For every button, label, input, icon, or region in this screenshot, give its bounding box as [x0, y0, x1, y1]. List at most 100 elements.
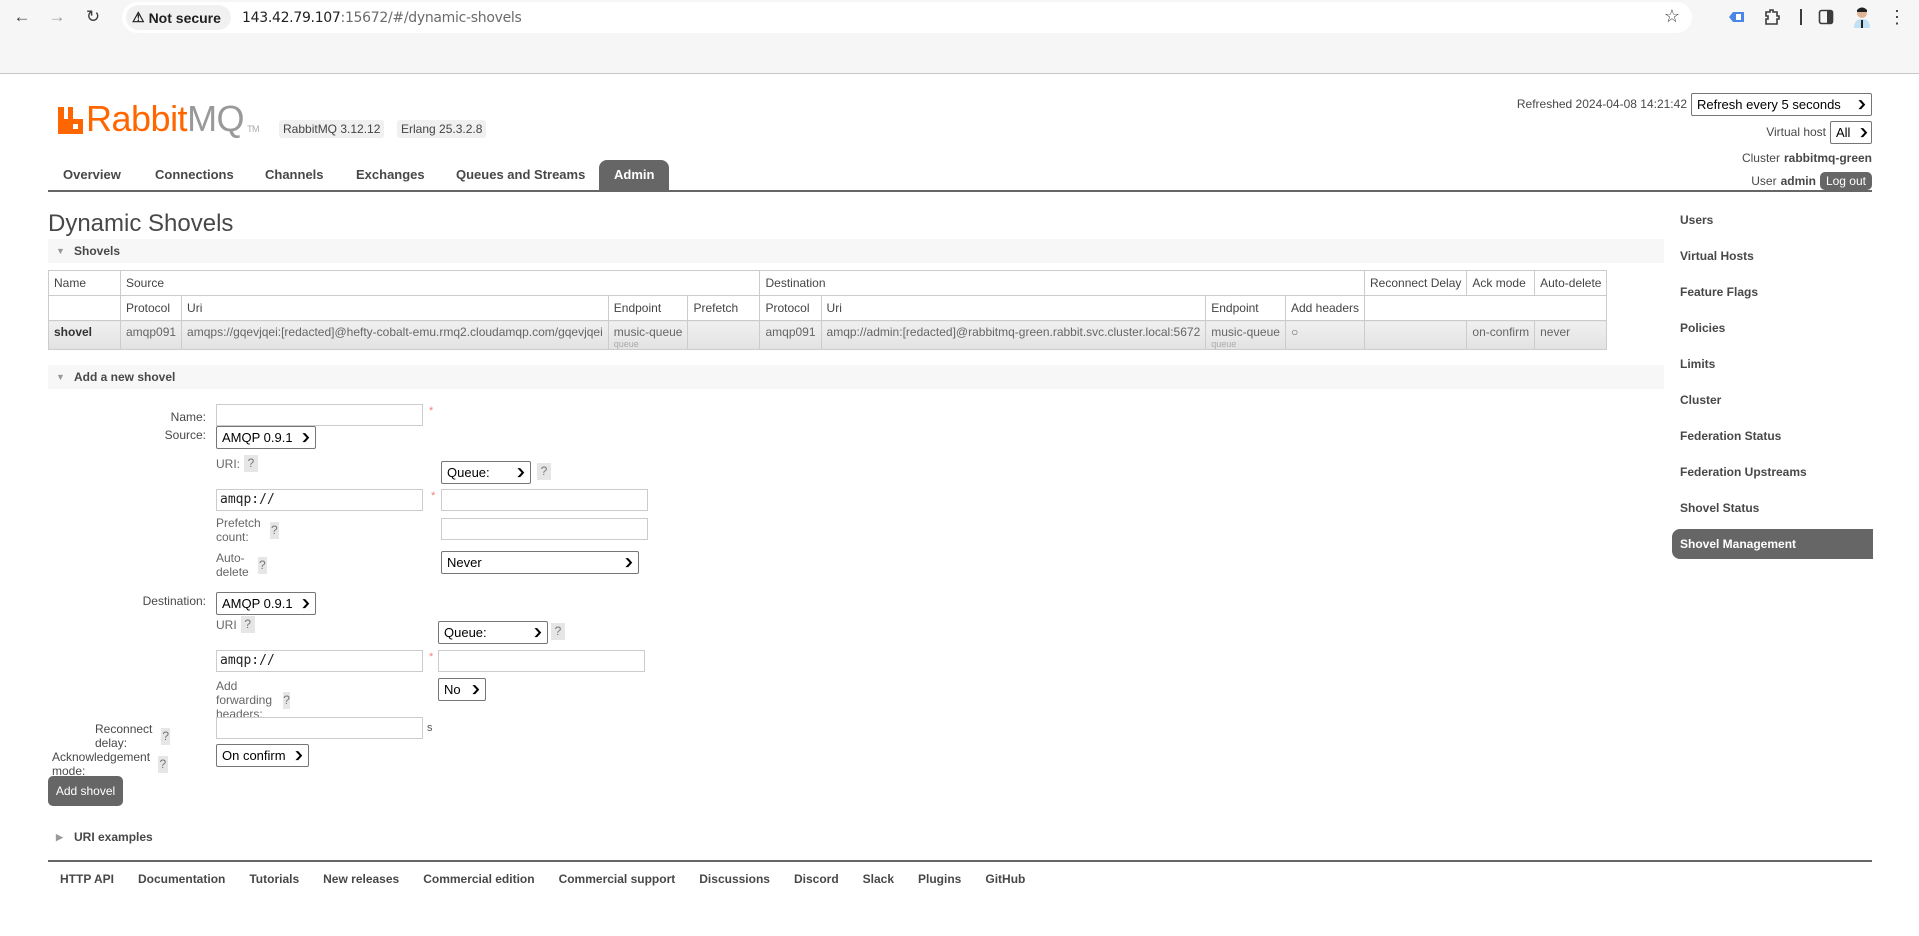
source-protocol-select[interactable]: AMQP 0.9.1 ❯ — [216, 426, 316, 449]
triangle-right-icon: ▶ — [56, 832, 63, 842]
help-icon[interactable]: ? — [244, 455, 258, 472]
tab-connections[interactable]: Connections — [140, 160, 249, 190]
add-shovel-section-toggle[interactable]: ▼ Add a new shovel — [48, 365, 1664, 389]
side-item-shovel-status[interactable]: Shovel Status — [1672, 490, 1873, 526]
add-shovel-button[interactable]: Add shovel — [48, 776, 123, 806]
table-sub-header-row: Protocol Uri Endpoint Prefetch Protocol … — [48, 295, 1608, 321]
tab-admin[interactable]: Admin — [599, 160, 670, 190]
logo-trademark: TM — [247, 124, 260, 134]
address-bar[interactable]: ⚠ Not secure 143.42.79.107:15672/#/dynam… — [122, 2, 1692, 33]
src-protocol: amqp091 — [119, 320, 183, 350]
side-panel-icon[interactable] — [1815, 6, 1837, 28]
destination-uri-input[interactable]: amqp:// — [216, 650, 423, 672]
tab-channels[interactable]: Channels — [250, 160, 339, 190]
security-indicator[interactable]: ⚠ Not secure — [126, 5, 231, 30]
source-queue-input[interactable] — [441, 489, 648, 511]
source-protocol-value: AMQP 0.9.1 — [222, 430, 293, 445]
source-uri-input[interactable]: amqp:// — [216, 489, 423, 511]
logout-button[interactable]: Log out — [1819, 171, 1872, 190]
dst-add-headers: ○ — [1284, 320, 1366, 350]
col-ack-mode: Ack mode — [1466, 270, 1536, 296]
help-icon[interactable]: ? — [240, 616, 255, 633]
help-icon[interactable]: ? — [283, 691, 291, 709]
user-name: admin — [1780, 173, 1816, 188]
tab-exchanges[interactable]: Exchanges — [341, 160, 440, 190]
col-src-uri: Uri — [181, 295, 609, 321]
footer-link-commercial-support[interactable]: Commercial support — [547, 869, 688, 889]
side-item-federation-status[interactable]: Federation Status — [1672, 418, 1873, 454]
tab-queues-and-streams[interactable]: Queues and Streams — [441, 160, 600, 190]
footer-link-plugins[interactable]: Plugins — [906, 869, 973, 889]
side-item-shovel-management[interactable]: Shovel Management — [1672, 529, 1873, 559]
footer-link-discussions[interactable]: Discussions — [687, 869, 782, 889]
destination-endpoint-type-select[interactable]: Queue: ❯ — [438, 621, 548, 644]
side-item-cluster[interactable]: Cluster — [1672, 382, 1873, 418]
side-item-users[interactable]: Users — [1672, 202, 1873, 238]
ack-mode-select[interactable]: On confirm ❯ — [216, 744, 309, 767]
help-icon[interactable]: ? — [270, 521, 279, 539]
browser-menu-icon[interactable]: ⋮ — [1886, 6, 1908, 28]
destination-queue-input[interactable] — [438, 650, 645, 672]
refreshed-timestamp: Refreshed 2024-04-08 14:21:42 — [1516, 97, 1687, 111]
col-src-endpoint: Endpoint — [607, 295, 689, 321]
profile-avatar-icon[interactable] — [1851, 6, 1873, 28]
table-row[interactable]: shovel amqp091 amqps://gqevjqei:[redacte… — [48, 320, 1608, 350]
destination-uri-label: URI ? — [216, 616, 255, 633]
help-icon[interactable]: ? — [551, 623, 565, 640]
tab-overview[interactable]: Overview — [48, 160, 136, 190]
dst-uri: amqp://admin:[redacted]@rabbitmq-green.r… — [820, 320, 1207, 350]
source-endpoint-type-select[interactable]: Queue: ❯ — [441, 461, 531, 484]
side-item-feature-flags[interactable]: Feature Flags — [1672, 274, 1873, 310]
help-icon[interactable]: ? — [157, 755, 169, 773]
help-icon[interactable]: ? — [258, 556, 267, 574]
tag-extension-icon[interactable] — [1726, 6, 1748, 28]
shovels-section-toggle[interactable]: ▼ Shovels — [48, 239, 1664, 263]
help-icon[interactable]: ? — [537, 463, 551, 480]
prefetch-count-input[interactable] — [441, 518, 648, 540]
reconnect-delay-label: Reconnect delay: ? — [95, 722, 171, 750]
help-icon[interactable]: ? — [161, 727, 171, 745]
reload-button[interactable]: ↻ — [81, 5, 105, 29]
side-item-policies[interactable]: Policies — [1672, 310, 1873, 346]
ack-mode-label: Acknowledgement mode: ? — [52, 750, 169, 778]
uri-examples-toggle[interactable]: ▶ URI examples — [48, 827, 153, 847]
reconnect-delay-label-text: Reconnect delay: — [95, 722, 153, 750]
prefetch-count-label-text: Prefetch count: — [216, 516, 261, 544]
footer-link-commercial-edition[interactable]: Commercial edition — [411, 869, 546, 889]
footer-link-documentation[interactable]: Documentation — [126, 869, 237, 889]
ack-mode-label-text: Acknowledgement mode: — [52, 750, 151, 778]
col-destination: Destination — [759, 270, 1366, 296]
footer-link-slack[interactable]: Slack — [851, 869, 906, 889]
browser-chrome: ← → ↻ ⚠ Not secure 143.42.79.107:15672/#… — [0, 0, 1919, 74]
rabbitmq-logo[interactable]: Rabbit MQ TM — [58, 101, 260, 137]
col-dst-endpoint: Endpoint — [1205, 295, 1286, 321]
forward-button[interactable]: → — [45, 5, 69, 29]
col-src-prefetch: Prefetch — [687, 295, 761, 321]
triangle-down-icon: ▼ — [56, 246, 65, 256]
security-label: Not secure — [148, 9, 221, 26]
footer-link-github[interactable]: GitHub — [973, 869, 1037, 889]
virtual-host-select[interactable]: All ❯ — [1830, 120, 1872, 144]
side-item-virtual-hosts[interactable]: Virtual Hosts — [1672, 238, 1873, 274]
side-item-limits[interactable]: Limits — [1672, 346, 1873, 382]
auto-delete-value: Never — [447, 555, 482, 570]
footer-link-http-api[interactable]: HTTP API — [48, 869, 126, 889]
footer-link-discord[interactable]: Discord — [782, 869, 851, 889]
name-label: Name: — [170, 410, 206, 424]
auto-delete-select[interactable]: Never ❯ — [441, 551, 639, 574]
side-item-federation-upstreams[interactable]: Federation Upstreams — [1672, 454, 1873, 490]
forwarding-headers-select[interactable]: No ❯ — [438, 678, 486, 701]
name-input[interactable] — [216, 404, 423, 426]
dst-endpoint-type: queue — [1211, 339, 1237, 349]
url-text[interactable]: 143.42.79.107:15672/#/dynamic-shovels — [242, 10, 522, 26]
footer-link-new-releases[interactable]: New releases — [311, 869, 411, 889]
bookmark-star-icon[interactable]: ☆ — [1664, 6, 1680, 27]
footer-link-tutorials[interactable]: Tutorials — [237, 869, 311, 889]
virtual-host-value: All — [1836, 124, 1851, 140]
extensions-puzzle-icon[interactable] — [1761, 6, 1783, 28]
destination-protocol-select[interactable]: AMQP 0.9.1 ❯ — [216, 592, 316, 615]
shovel-name[interactable]: shovel — [48, 320, 121, 350]
reconnect-delay-input[interactable] — [216, 717, 423, 739]
back-button[interactable]: ← — [10, 5, 34, 29]
refresh-interval-select[interactable]: Refresh every 5 seconds ❯ — [1691, 92, 1872, 116]
